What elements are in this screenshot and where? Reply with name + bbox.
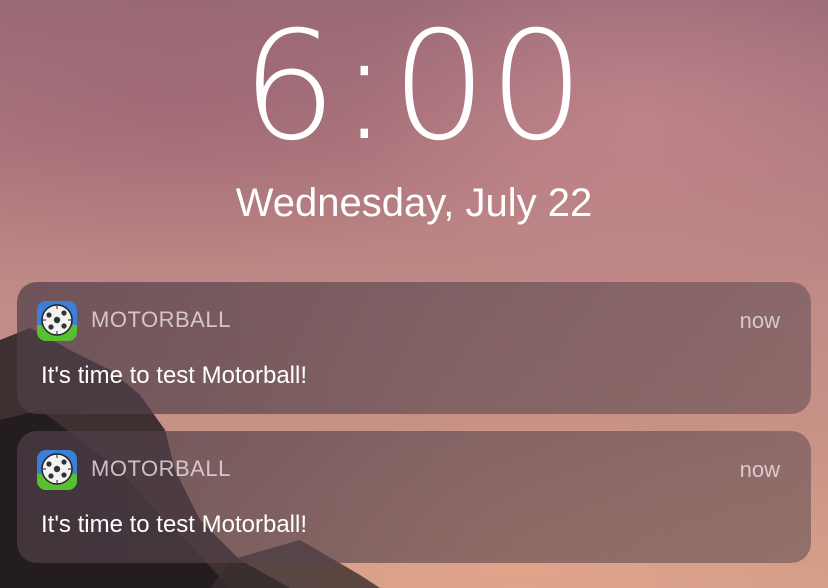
notification-message: It's time to test Motorball! — [41, 511, 308, 538]
lock-screen-time: 6:00 — [241, 0, 587, 174]
notification-time: now — [739, 457, 780, 482]
notification-app-name: MOTORBALL — [91, 456, 231, 481]
notification-card[interactable]: MOTORBALL now It's time to test Motorbal… — [17, 282, 811, 414]
notification-card[interactable]: MOTORBALL now It's time to test Motorbal… — [17, 431, 811, 563]
motorball-app-icon — [37, 450, 77, 490]
lock-screen-date: Wednesday, July 22 — [235, 181, 593, 225]
notification-app-name: MOTORBALL — [91, 307, 231, 332]
motorball-app-icon — [37, 301, 77, 341]
notification-time: now — [739, 308, 780, 333]
notification-message: It's time to test Motorball! — [41, 362, 308, 389]
